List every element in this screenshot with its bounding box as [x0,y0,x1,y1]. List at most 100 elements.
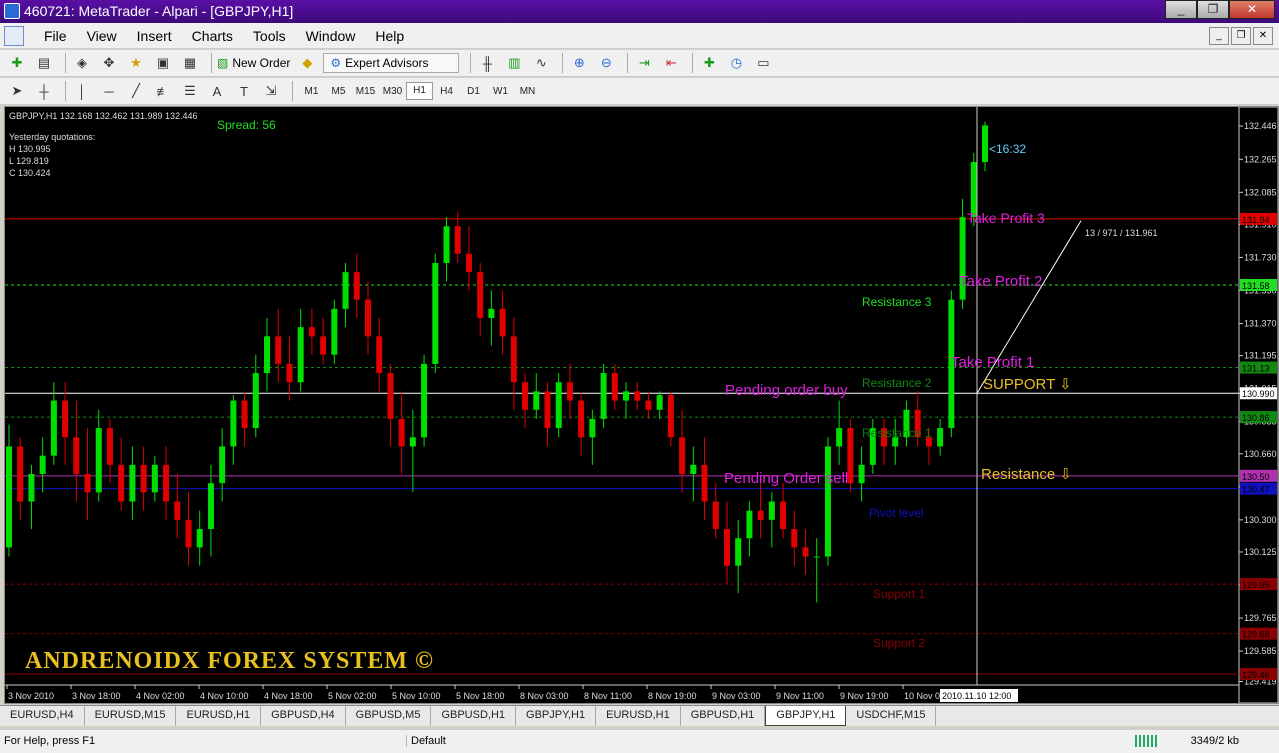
vertical-line-icon[interactable]: │ [71,81,93,101]
trendline-icon[interactable]: ╱ [125,81,147,101]
chart-tab[interactable]: GBPUSD,H1 [681,706,766,726]
menu-window[interactable]: Window [296,28,366,44]
price-tick-label: 129.765 [1244,613,1277,623]
terminal-icon[interactable]: ▣ [152,53,174,73]
mdi-minimize-button[interactable]: _ [1209,27,1229,45]
zoom-in-icon[interactable]: ⊕ [568,53,590,73]
arrows-icon[interactable]: ⇲ [260,81,282,101]
chart-tab[interactable]: GBPUSD,M5 [346,706,432,726]
profiles-icon[interactable]: ▤ [33,53,55,73]
new-order-button[interactable]: ▧ New Order [217,56,290,70]
yesterday-value: H 130.995 [9,144,51,154]
auto-scroll-icon[interactable]: ⇥ [633,53,655,73]
text-label-icon[interactable]: T [233,81,255,101]
timeframe-d1[interactable]: D1 [460,86,487,97]
timeframe-m1[interactable]: M1 [298,86,325,97]
candle-body [151,464,158,493]
timeframe-w1[interactable]: W1 [487,86,514,97]
menu-view[interactable]: View [77,28,127,44]
templates-icon[interactable]: ▭ [752,53,774,73]
minimize-button[interactable]: _ [1165,0,1197,19]
market-watch-icon[interactable]: ◈ [71,53,93,73]
bar-chart-icon[interactable]: ╫ [476,53,498,73]
candle-body [443,226,450,263]
horizontal-line-icon[interactable]: ─ [98,81,120,101]
chart-tab[interactable]: GBPUSD,H4 [261,706,346,726]
expert-advisors-button[interactable]: ⚙ Expert Advisors [323,53,460,73]
timeframe-m15[interactable]: M15 [352,86,379,97]
timeframe-h1[interactable]: H1 [406,82,433,100]
crosshair-icon[interactable]: ┼ [33,81,55,101]
chart-tab[interactable]: EURUSD,H1 [596,706,681,726]
chart-window[interactable]: 132.446132.265132.085131.910131.730131.5… [4,106,1279,704]
trendline-label: 13 / 971 / 131.961 [1085,228,1158,238]
menu-file[interactable]: File [34,28,77,44]
periods-icon[interactable]: ◷ [725,53,747,73]
price-chart[interactable]: 132.446132.265132.085131.910131.730131.5… [5,107,1278,703]
candle-body [465,253,472,273]
candle-body [656,395,663,410]
indicators-icon[interactable]: ✚ [698,53,720,73]
chart-tab[interactable]: GBPJPY,H1 [516,706,597,726]
candle-body [611,373,618,401]
new-chart-icon[interactable]: ✚ [6,53,28,73]
maximize-button[interactable]: ❐ [1197,0,1229,19]
candle-body [106,428,113,465]
metaeditor-icon[interactable]: ◆ [296,53,318,73]
candle-body [712,501,719,530]
candle-body [488,308,495,319]
document-icon[interactable] [4,26,24,46]
line-chart-icon[interactable]: ∿ [530,53,552,73]
favorites-icon[interactable]: ★ [125,53,147,73]
time-tick-label: 10 Nov 0 [904,691,940,701]
separator [65,53,66,73]
candle-body [62,400,69,438]
timeframe-mn[interactable]: MN [514,86,541,97]
timeframe-m5[interactable]: M5 [325,86,352,97]
close-button[interactable]: ✕ [1229,0,1275,19]
fibonacci-icon[interactable]: ☰ [179,81,201,101]
chart-tab[interactable]: USDCHF,M15 [846,706,937,726]
candle-body [286,363,293,383]
candle-body [174,501,181,520]
cursor-icon[interactable]: ➤ [6,81,28,101]
candle-body [95,428,102,493]
price-tick-label: 131.370 [1244,319,1277,329]
candlestick-icon[interactable]: ▥ [503,53,525,73]
price-tick-label: 132.446 [1244,121,1277,131]
candle-body [937,428,944,447]
candle-body [510,336,517,383]
chart-tab[interactable]: GBPUSD,H1 [431,706,517,726]
mdi-restore-button[interactable]: ❐ [1231,27,1251,45]
menu-help[interactable]: Help [365,28,414,44]
support-annotation: SUPPORT ⇩ [983,376,1072,393]
price-tick-label: 130.660 [1244,449,1277,459]
resistance-annotation: Resistance ⇩ [981,466,1072,483]
chart-tab[interactable]: EURUSD,M15 [85,706,177,726]
chart-shift-icon[interactable]: ⇤ [660,53,682,73]
navigator-icon[interactable]: ✥ [98,53,120,73]
mdi-close-button[interactable]: ✕ [1253,27,1273,45]
time-tick-label: 9 Nov 03:00 [712,691,761,701]
text-icon[interactable]: A [206,81,228,101]
candle-body [836,428,843,447]
zoom-out-icon[interactable]: ⊖ [595,53,617,73]
candle-body [376,336,383,374]
chart-tab[interactable]: EURUSD,H4 [0,706,85,726]
chart-tab-active[interactable]: GBPJPY,H1 [765,706,847,726]
candle-body [196,529,203,548]
menu-charts[interactable]: Charts [182,28,243,44]
menu-insert[interactable]: Insert [127,28,182,44]
channel-icon[interactable]: ≢ [152,81,174,101]
candle-body [802,547,809,557]
app-icon [4,3,20,19]
chart-tab[interactable]: EURUSD,H1 [176,706,262,726]
tester-icon[interactable]: ▦ [179,53,201,73]
time-tick-label: 4 Nov 02:00 [136,691,185,701]
price-tick-label: 129.585 [1244,646,1277,656]
candle-body [409,437,416,447]
menu-tools[interactable]: Tools [243,28,296,44]
candle-body [634,391,641,401]
timeframe-m30[interactable]: M30 [379,86,406,97]
timeframe-h4[interactable]: H4 [433,86,460,97]
